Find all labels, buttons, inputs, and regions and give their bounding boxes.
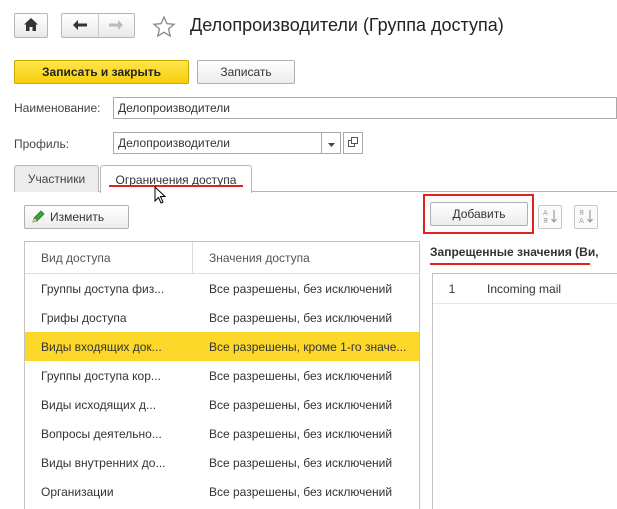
save-and-close-button[interactable]: Записать и закрыть [14,60,189,84]
open-window-icon [348,136,358,150]
table-row[interactable]: 1 Incoming mail [433,274,617,304]
chevron-down-icon [327,136,335,150]
column-header-values[interactable]: Значения доступа [193,242,419,273]
pencil-icon [31,210,45,224]
access-kinds-table: Вид доступа Значения доступа Группы дост… [24,241,420,509]
profile-field[interactable]: Делопроизводители [113,132,322,154]
sort-descending-button[interactable]: Я A [574,205,598,229]
cell-value: Все разрешены, кроме 1-го значе... [209,339,407,354]
tab-annotation-underline [109,185,243,187]
table-row[interactable]: Грифы доступа Все разрешены, без исключе… [25,303,419,332]
sort-descending-icon: Я A [578,208,594,227]
mouse-cursor-icon [154,185,167,207]
cell-kind: Грифы доступа [41,310,127,325]
cell-value: Все разрешены, без исключений [209,484,393,499]
table-row[interactable]: Виды внутренних до... Все разрешены, без… [25,448,419,477]
cell-kind: Виды внутренних до... [41,455,166,470]
name-label: Наименование: [14,101,101,115]
edit-button[interactable]: Изменить [24,205,129,229]
home-icon [24,17,38,34]
back-button[interactable] [62,14,99,37]
cell-kind: Вопросы деятельно... [41,426,162,441]
cell-value: Все разрешены, без исключений [209,281,393,296]
svg-text:A: A [543,209,548,217]
cell-kind: Виды исходящих д... [41,397,157,412]
forward-button[interactable] [99,14,135,37]
sort-ascending-icon: A Я [542,208,558,227]
sort-ascending-button[interactable]: A Я [538,205,562,229]
table-row[interactable]: Группы доступа физ... Все разрешены, без… [25,274,419,303]
cell-value: Все разрешены, без исключений [209,368,393,383]
table-row-selected[interactable]: Виды входящих док... Все разрешены, кром… [25,332,419,361]
table-row[interactable]: Организации Все разрешены, без исключени… [25,477,419,506]
cell-kind: Группы доступа физ... [41,281,165,296]
history-nav [61,13,135,38]
arrow-left-icon [72,19,87,33]
column-header-kind[interactable]: Вид доступа [25,242,193,273]
cell-kind: Группы доступа кор... [41,368,161,383]
tab-access-restrictions[interactable]: Ограничения доступа [100,165,252,193]
home-button[interactable] [14,13,48,38]
arrow-right-icon [109,19,124,33]
cell-kind: Виды входящих док... [41,339,162,354]
add-button[interactable]: Добавить [430,202,528,226]
row-number: 1 [448,281,456,296]
svg-text:A: A [579,217,584,224]
name-field[interactable]: Делопроизводители [113,97,617,119]
favorite-star-icon[interactable] [152,15,176,39]
svg-text:Я: Я [579,209,584,217]
save-button[interactable]: Записать [197,60,295,84]
cell-value: Все разрешены, без исключений [209,455,393,470]
cell-value: Все разрешены, без исключений [209,310,393,325]
table-header: Вид доступа Значения доступа [25,242,419,274]
edit-button-label: Изменить [50,210,105,224]
cell-value: Все разрешены, без исключений [209,397,393,412]
page-title: Делопроизводители (Группа доступа) [190,15,504,35]
profile-dropdown-button[interactable] [321,132,341,154]
svg-text:Я: Я [543,217,548,224]
title-annotation-underline [430,263,590,265]
table-row[interactable]: Группы доступа кор... Все разрешены, без… [25,361,419,390]
restricted-values-table: 1 Incoming mail [432,273,617,509]
restricted-values-title: Запрещенные значения (Ви, [430,245,599,259]
profile-open-button[interactable] [343,132,363,154]
table-row[interactable]: Вопросы деятельно... Все разрешены, без … [25,419,419,448]
profile-label: Профиль: [14,137,70,151]
cell-kind: Организации [41,484,114,499]
tab-participants[interactable]: Участники [14,165,99,192]
table-row[interactable]: Виды исходящих д... Все разрешены, без и… [25,390,419,419]
cell-value: Incoming mail [487,281,562,296]
cell-value: Все разрешены, без исключений [209,426,393,441]
